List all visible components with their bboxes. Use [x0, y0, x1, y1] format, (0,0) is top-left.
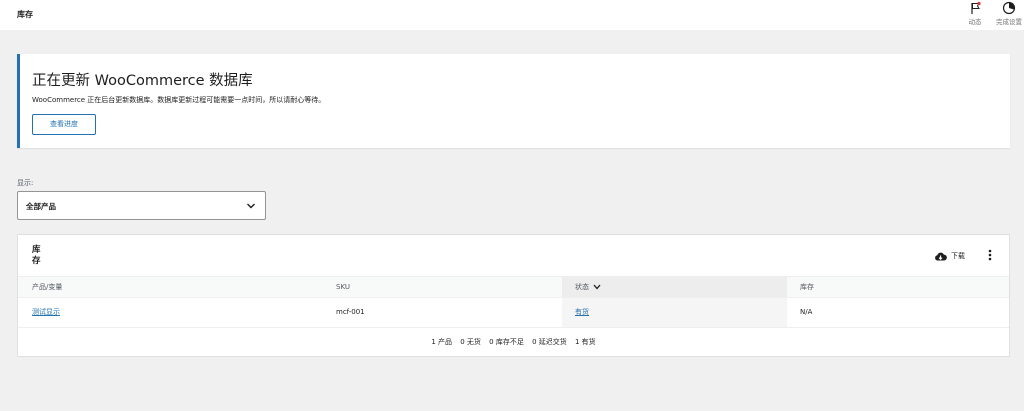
top-header-bar: 库存 动态 完成设置	[0, 0, 1024, 30]
flag-icon	[971, 1, 981, 14]
chevron-down-icon	[247, 203, 255, 209]
table-row: 测试显示 mcf-001 有货 N/A	[18, 298, 1009, 328]
stock-table-card: 库 存 下载 产品/变量 SKU 状态 库存 测试显示 mcf-001 有货 N…	[17, 234, 1010, 357]
table-header: 产品/变量 SKU 状态 库存	[18, 276, 1009, 298]
progress-circle-icon	[1002, 1, 1016, 15]
column-header-product[interactable]: 产品/变量	[18, 277, 323, 297]
download-button[interactable]: 下载	[934, 250, 965, 262]
download-label: 下载	[951, 252, 965, 260]
show-filter-label: 显示:	[17, 179, 34, 187]
column-header-status[interactable]: 状态	[562, 277, 787, 297]
show-filter-value: 全部产品	[26, 202, 56, 211]
activity-button[interactable]: 动态	[960, 1, 990, 26]
summary-on-backorder: 0 延迟交货	[532, 338, 567, 346]
cell-product: 测试显示	[18, 298, 323, 327]
finish-setup-label: 完成设置	[996, 18, 1022, 26]
view-progress-button[interactable]: 查看进度	[32, 114, 96, 135]
status-link[interactable]: 有货	[575, 308, 589, 316]
finish-setup-button[interactable]: 完成设置	[994, 1, 1024, 26]
notice-title: 正在更新 WooCommerce 数据库	[32, 73, 253, 89]
column-header-sku[interactable]: SKU	[323, 277, 562, 297]
notice-message: WooCommerce 正在后台更新数据库。数据库更新过程可能需要一点时间，所以…	[32, 96, 326, 104]
summary-in-stock: 1 有货	[575, 338, 596, 346]
summary-out-of-stock: 0 无货	[460, 338, 481, 346]
summary-products: 1 产品	[431, 338, 452, 346]
stock-card-title: 库 存	[32, 245, 41, 266]
page-title: 库存	[17, 10, 33, 19]
chevron-down-icon	[593, 284, 601, 290]
cell-status: 有货	[562, 298, 787, 327]
vertical-ellipsis-icon[interactable]	[984, 248, 996, 262]
database-update-notice: 正在更新 WooCommerce 数据库 WooCommerce 正在后台更新数…	[17, 54, 1010, 148]
summary-low-stock: 0 库存不足	[489, 338, 524, 346]
column-header-stock[interactable]: 库存	[787, 277, 1009, 297]
cell-sku: mcf-001	[336, 308, 365, 316]
product-link[interactable]: 测试显示	[32, 308, 60, 316]
table-summary: 1 产品 0 无货 0 库存不足 0 延迟交货 1 有货	[18, 337, 1009, 347]
show-filter-select[interactable]: 全部产品	[17, 191, 266, 220]
activity-label: 动态	[968, 18, 982, 26]
cloud-download-icon	[935, 252, 947, 260]
cell-stock: N/A	[800, 308, 813, 316]
